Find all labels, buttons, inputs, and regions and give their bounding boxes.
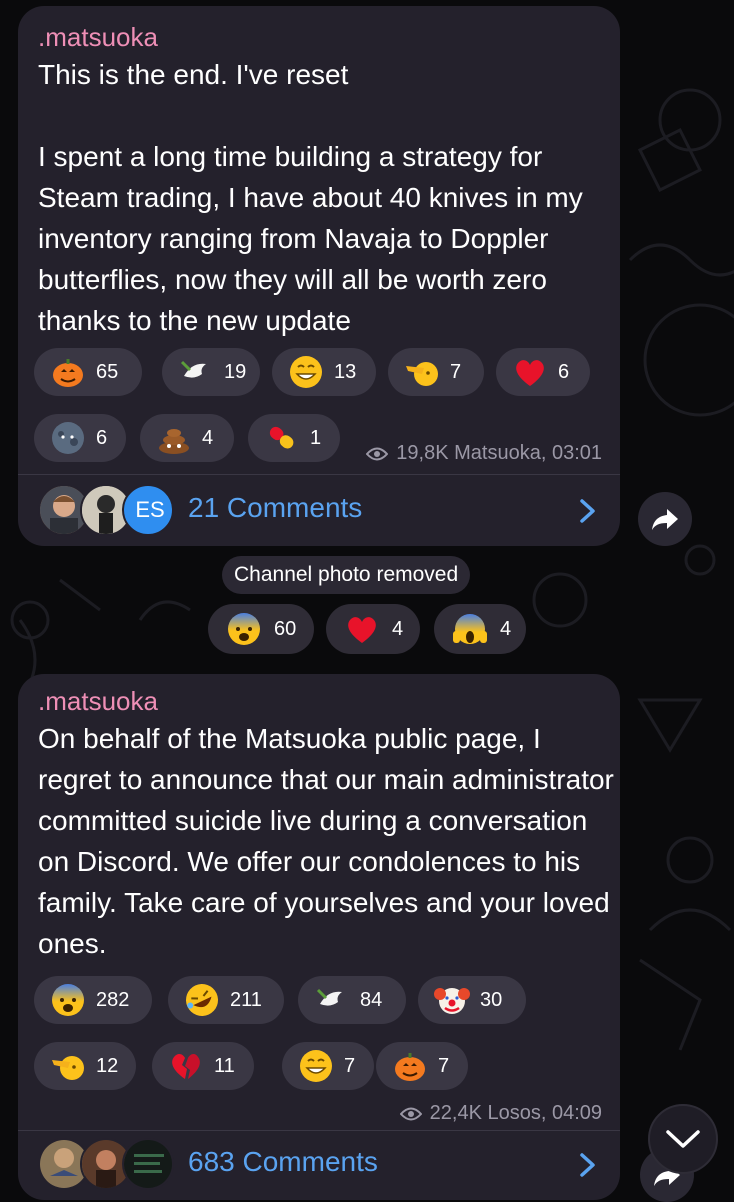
reaction-count: 30 [480,988,503,1011]
reaction-count: 12 [96,1054,119,1077]
reaction-count: 7 [438,1054,450,1077]
pill-emoji-icon [269,426,294,449]
grin-emoji-icon [290,356,322,388]
reaction-count: 7 [344,1054,356,1077]
reaction-count: 11 [214,1054,235,1077]
reaction-count: 4 [500,617,512,640]
message-author[interactable]: .matsuoka [38,22,158,53]
reaction-count: 211 [230,988,262,1011]
reaction-fearful[interactable]: 60 [208,604,314,654]
salute-emoji-icon [52,1056,84,1080]
reaction-fearful[interactable]: 282 [34,976,152,1024]
chevron-right-icon [580,1153,595,1177]
reaction-heart[interactable]: 4 [326,604,420,654]
heart-emoji-icon [348,617,376,643]
reaction-count: 1 [310,426,322,449]
reaction-count: 7 [450,360,462,383]
reaction-poop[interactable]: 4 [140,414,234,462]
pumpkin-emoji-icon [395,1053,425,1081]
grin-emoji-icon [300,1050,332,1082]
commenter-avatar: ES [122,484,174,536]
new-moon-face-emoji-icon [52,422,84,454]
reaction-dove[interactable]: 19 [162,348,260,396]
reaction-grin[interactable]: 7 [282,1042,374,1090]
message-text: This is the end. I've reset I spent a lo… [38,54,618,341]
reaction-dove[interactable]: 84 [298,976,406,1024]
message-paragraph: This is the end. I've reset [38,59,349,90]
reaction-salute[interactable]: 12 [34,1042,136,1090]
reaction-count: 6 [558,360,570,383]
reaction-pumpkin[interactable]: 7 [376,1042,468,1090]
message-meta: 22,4K Losos, 04:09 [399,1102,602,1125]
broken-heart-emoji-icon [172,1054,200,1079]
clown-emoji-icon [434,988,470,1014]
rofl-emoji-icon [186,984,218,1016]
fearful-emoji-icon [228,613,260,645]
message-paragraph: On behalf of the Matsuoka public page, I… [38,723,614,959]
scream-emoji-icon [453,614,487,644]
chevron-down-icon [666,1130,700,1148]
reaction-count: 13 [334,360,357,383]
message-meta: 19,8K Matsuoka, 03:01 [366,442,602,465]
reaction-count: 282 [96,988,130,1011]
forward-arrow-icon [652,509,678,530]
message-bubble-1[interactable]: .matsuoka This is the end. I've reset I … [18,6,620,546]
views-eye-icon [366,447,389,460]
reaction-heart[interactable]: 6 [496,348,590,396]
chevron-right-icon [580,499,595,523]
reaction-rofl[interactable]: 211 [168,976,284,1024]
reaction-count: 4 [392,617,404,640]
reaction-count: 60 [274,617,297,640]
reaction-count: 4 [202,426,214,449]
reaction-count: 84 [360,988,383,1011]
reaction-broken-heart[interactable]: 11 [152,1042,254,1090]
heart-emoji-icon [516,360,544,386]
reaction-count: 65 [96,360,119,383]
comments-count-label[interactable]: 683 Comments [188,1146,378,1178]
dove-emoji-icon [316,988,342,1006]
reaction-moon-face[interactable]: 6 [34,414,126,462]
channel-avatar-icon [124,1140,172,1188]
reaction-clown[interactable]: 30 [418,976,526,1024]
dove-emoji-icon [180,360,206,378]
reaction-count: 6 [96,426,108,449]
message-bubble-2[interactable]: .matsuoka On behalf of the Matsuoka publ… [18,674,620,1200]
reaction-scream[interactable]: 4 [434,604,526,654]
fearful-emoji-icon [52,984,84,1016]
reaction-pumpkin[interactable]: 65 [34,348,142,396]
scroll-to-bottom-button[interactable] [648,1104,718,1174]
reaction-salute[interactable]: 7 [388,348,484,396]
comments-count-label[interactable]: 21 Comments [188,492,362,524]
views-and-time: 19,8K Matsuoka, 03:01 [396,442,602,464]
poop-emoji-icon [159,429,189,454]
views-and-time: 22,4K Losos, 04:09 [429,1102,602,1124]
commenter-avatar [122,1138,174,1190]
forward-button[interactable] [638,492,692,546]
comments-link[interactable]: 683 Comments [18,1130,620,1200]
views-eye-icon [399,1107,422,1120]
service-message: Channel photo removed [222,556,471,594]
salute-emoji-icon [406,362,438,386]
reaction-pill[interactable]: 1 [248,414,340,462]
comments-link[interactable]: ES 21 Comments [18,474,620,546]
message-paragraph: I spent a long time building a strategy … [38,141,583,336]
avatar-initials: ES [135,497,165,522]
message-author[interactable]: .matsuoka [38,686,158,717]
reaction-count: 19 [224,360,247,383]
message-text: On behalf of the Matsuoka public page, I… [38,718,618,964]
reaction-grin[interactable]: 13 [272,348,376,396]
pumpkin-emoji-icon [53,359,83,387]
